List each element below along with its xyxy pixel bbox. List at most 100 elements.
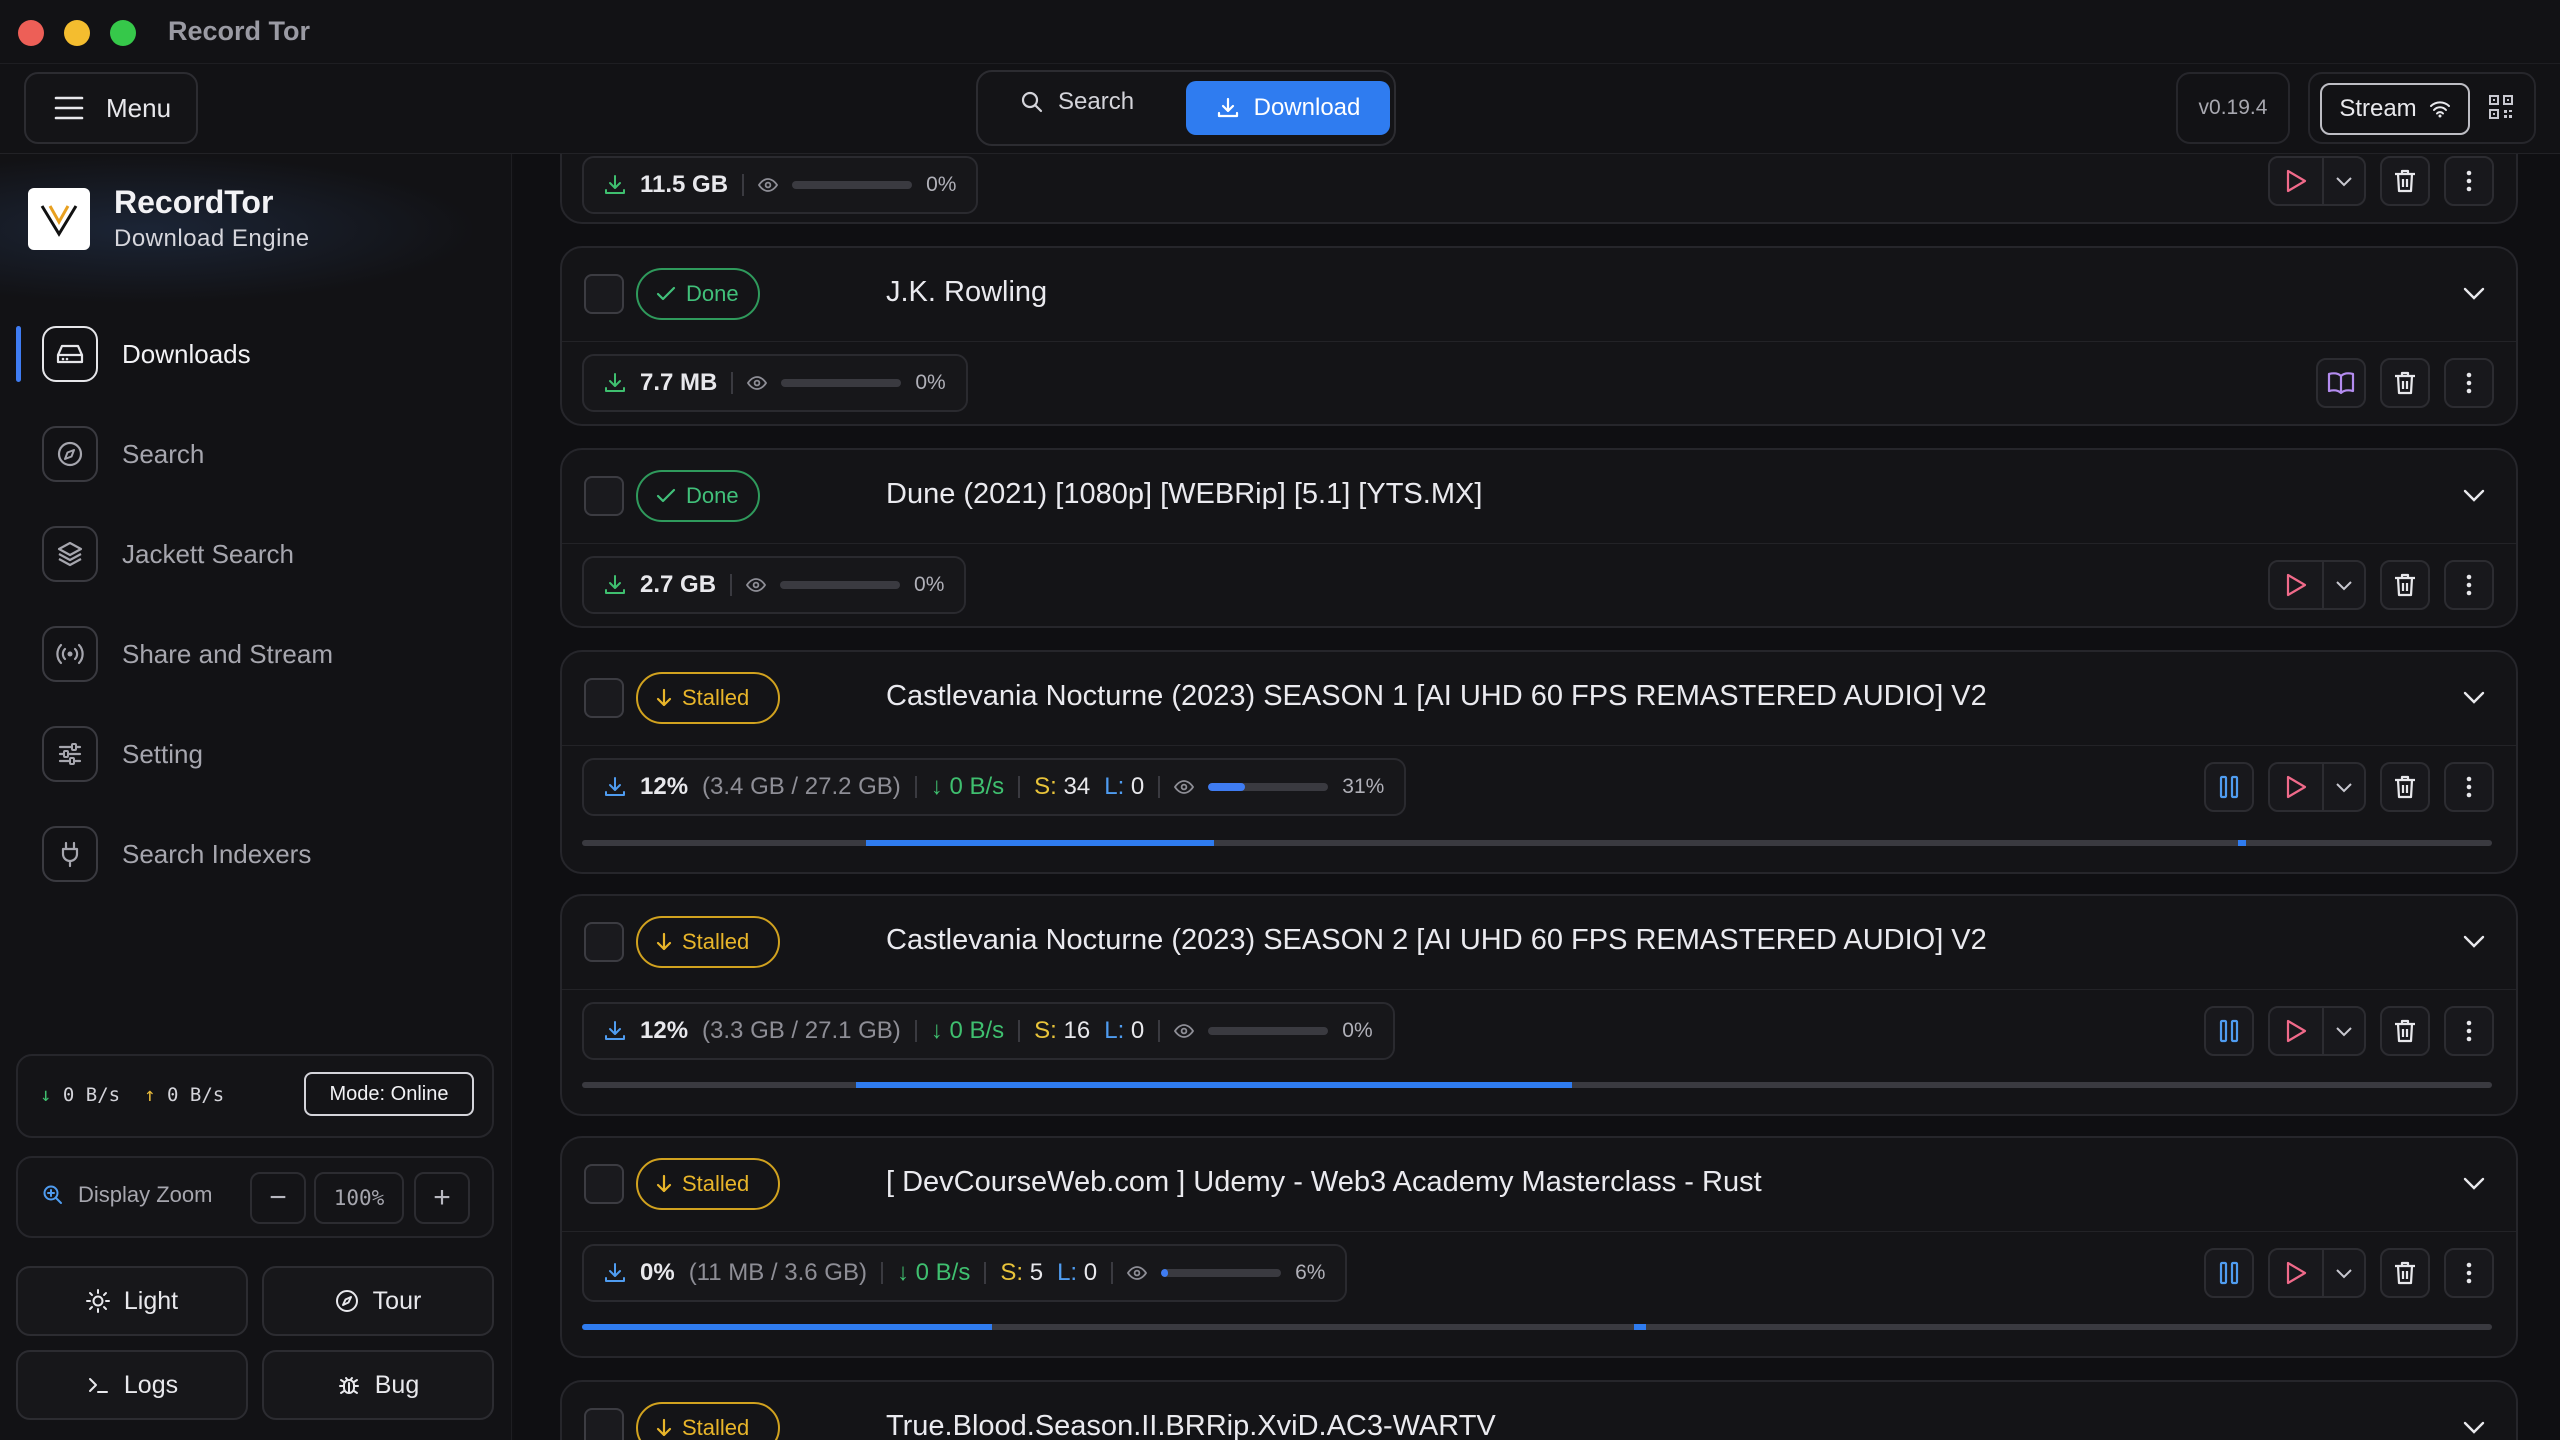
play-button-group[interactable] [2268,156,2366,206]
card-actions [2204,762,2494,812]
download-tab[interactable]: Download [1186,81,1390,135]
chevron-down-icon[interactable] [2462,286,2486,302]
more-options-button[interactable] [2444,1248,2494,1298]
more-vertical-icon [2466,1262,2472,1284]
play-button-group[interactable] [2268,762,2366,812]
download-title[interactable]: Castlevania Nocturne (2023) SEASON 2 [AI… [886,924,1987,957]
zoom-out-button[interactable]: − [250,1172,306,1224]
minimize-window-button[interactable] [64,20,90,46]
bug-button[interactable]: Bug [262,1350,494,1420]
maximize-window-button[interactable] [110,20,136,46]
chevron-down-icon[interactable] [2324,579,2364,591]
sidebar-nav: Downloads Search Jackett Search Share an… [0,304,512,904]
play-icon[interactable] [2270,562,2324,608]
pause-button[interactable] [2204,762,2254,812]
more-options-button[interactable] [2444,156,2494,206]
card-actions [2268,156,2494,206]
download-rate: ↓ 0 B/s [40,1084,121,1106]
chevron-down-icon[interactable] [2324,1267,2364,1279]
delete-button[interactable] [2380,560,2430,610]
select-checkbox[interactable] [584,476,624,516]
select-checkbox[interactable] [584,922,624,962]
compass-icon [335,1290,358,1312]
sidebar-item-downloads[interactable]: Downloads [0,304,512,404]
stats-bar: 2.7 GB 0% [582,556,967,614]
chevron-down-icon[interactable] [2462,1420,2486,1436]
download-icon [605,575,625,594]
stream-button[interactable]: Stream [2320,83,2470,135]
pause-button[interactable] [2204,1006,2254,1056]
piece-map [582,1082,2492,1088]
watch-percent: 0% [914,573,945,596]
download-icon [605,1021,625,1040]
more-options-button[interactable] [2444,358,2494,408]
light-theme-button[interactable]: Light [16,1266,248,1336]
sidebar-item-search[interactable]: Search [0,404,512,504]
delete-button[interactable] [2380,1006,2430,1056]
play-button-group[interactable] [2268,1006,2366,1056]
download-size: 7.7 MB [640,369,718,396]
delete-button[interactable] [2380,1248,2430,1298]
sidebar-item-setting[interactable]: Setting [0,704,512,804]
play-icon[interactable] [2270,764,2324,810]
chevron-down-icon[interactable] [2462,1176,2486,1192]
close-window-button[interactable] [18,20,44,46]
pause-button[interactable] [2204,1248,2254,1298]
select-checkbox[interactable] [584,274,624,314]
sidebar-item-share-and-stream[interactable]: Share and Stream [0,604,512,704]
zoom-in-button[interactable]: + [414,1172,470,1224]
play-icon[interactable] [2270,1250,2324,1296]
progress-percent: 0% [640,1259,675,1286]
chevron-down-icon[interactable] [2462,488,2486,504]
eye-icon [758,178,779,192]
chevron-down-icon[interactable] [2324,781,2364,793]
tour-button[interactable]: Tour [262,1266,494,1336]
read-button[interactable] [2316,358,2366,408]
select-checkbox[interactable] [584,1408,624,1440]
play-icon[interactable] [2270,158,2324,204]
progress-percent: 12% [640,1017,689,1044]
download-title[interactable]: Castlevania Nocturne (2023) SEASON 1 [AI… [886,680,1987,713]
size-progress: (11 MB / 3.6 GB) [688,1259,867,1286]
select-checkbox[interactable] [584,678,624,718]
mode-badge[interactable]: Mode: Online [304,1072,474,1116]
qr-code-icon[interactable] [2488,94,2514,120]
status-badge: Stalled [636,1158,780,1210]
play-button-group[interactable] [2268,1248,2366,1298]
more-options-button[interactable] [2444,1006,2494,1056]
chevron-down-icon[interactable] [2324,1025,2364,1037]
chevron-down-icon[interactable] [2324,175,2364,187]
delete-button[interactable] [2380,156,2430,206]
play-button-group[interactable] [2268,560,2366,610]
sidebar-item-label: Setting [122,738,203,769]
download-title[interactable]: True.Blood.Season.II.BRRip.XviD.AC3-WART… [886,1410,1496,1440]
more-options-button[interactable] [2444,560,2494,610]
size-progress: (3.3 GB / 27.1 GB) [702,1017,901,1044]
trash-icon [2395,169,2415,193]
chevron-down-icon[interactable] [2462,690,2486,706]
delete-button[interactable] [2380,762,2430,812]
sidebar-item-label: Share and Stream [122,638,334,669]
menu-label: Menu [106,92,172,123]
sidebar-item-jackett-search[interactable]: Jackett Search [0,504,512,604]
download-title[interactable]: J.K. Rowling [886,276,1047,309]
download-title[interactable]: [ DevCourseWeb.com ] Udemy - Web3 Academ… [886,1166,1762,1199]
leechers: L: 0 [1104,1017,1145,1044]
sidebar-item-search-indexers[interactable]: Search Indexers [0,804,512,904]
arrow-down-icon [656,932,672,951]
delete-button[interactable] [2380,358,2430,408]
logs-button[interactable]: Logs [16,1350,248,1420]
more-options-button[interactable] [2444,762,2494,812]
search-tab[interactable]: Search [1020,88,1134,116]
arrow-down-icon [656,1418,672,1437]
play-icon[interactable] [2270,1008,2324,1054]
download-card: Stalled Castlevania Nocturne (2023) SEAS… [560,894,2518,1116]
more-vertical-icon [2466,776,2472,798]
chevron-down-icon[interactable] [2462,934,2486,950]
select-checkbox[interactable] [584,1164,624,1204]
mode-switch: Search Download [976,70,1396,146]
download-title[interactable]: Dune (2021) [1080p] [WEBRip] [5.1] [YTS.… [886,478,1482,511]
menu-button[interactable]: Menu [24,72,198,144]
stream-label: Stream [2339,95,2417,122]
app-logo [28,187,90,250]
